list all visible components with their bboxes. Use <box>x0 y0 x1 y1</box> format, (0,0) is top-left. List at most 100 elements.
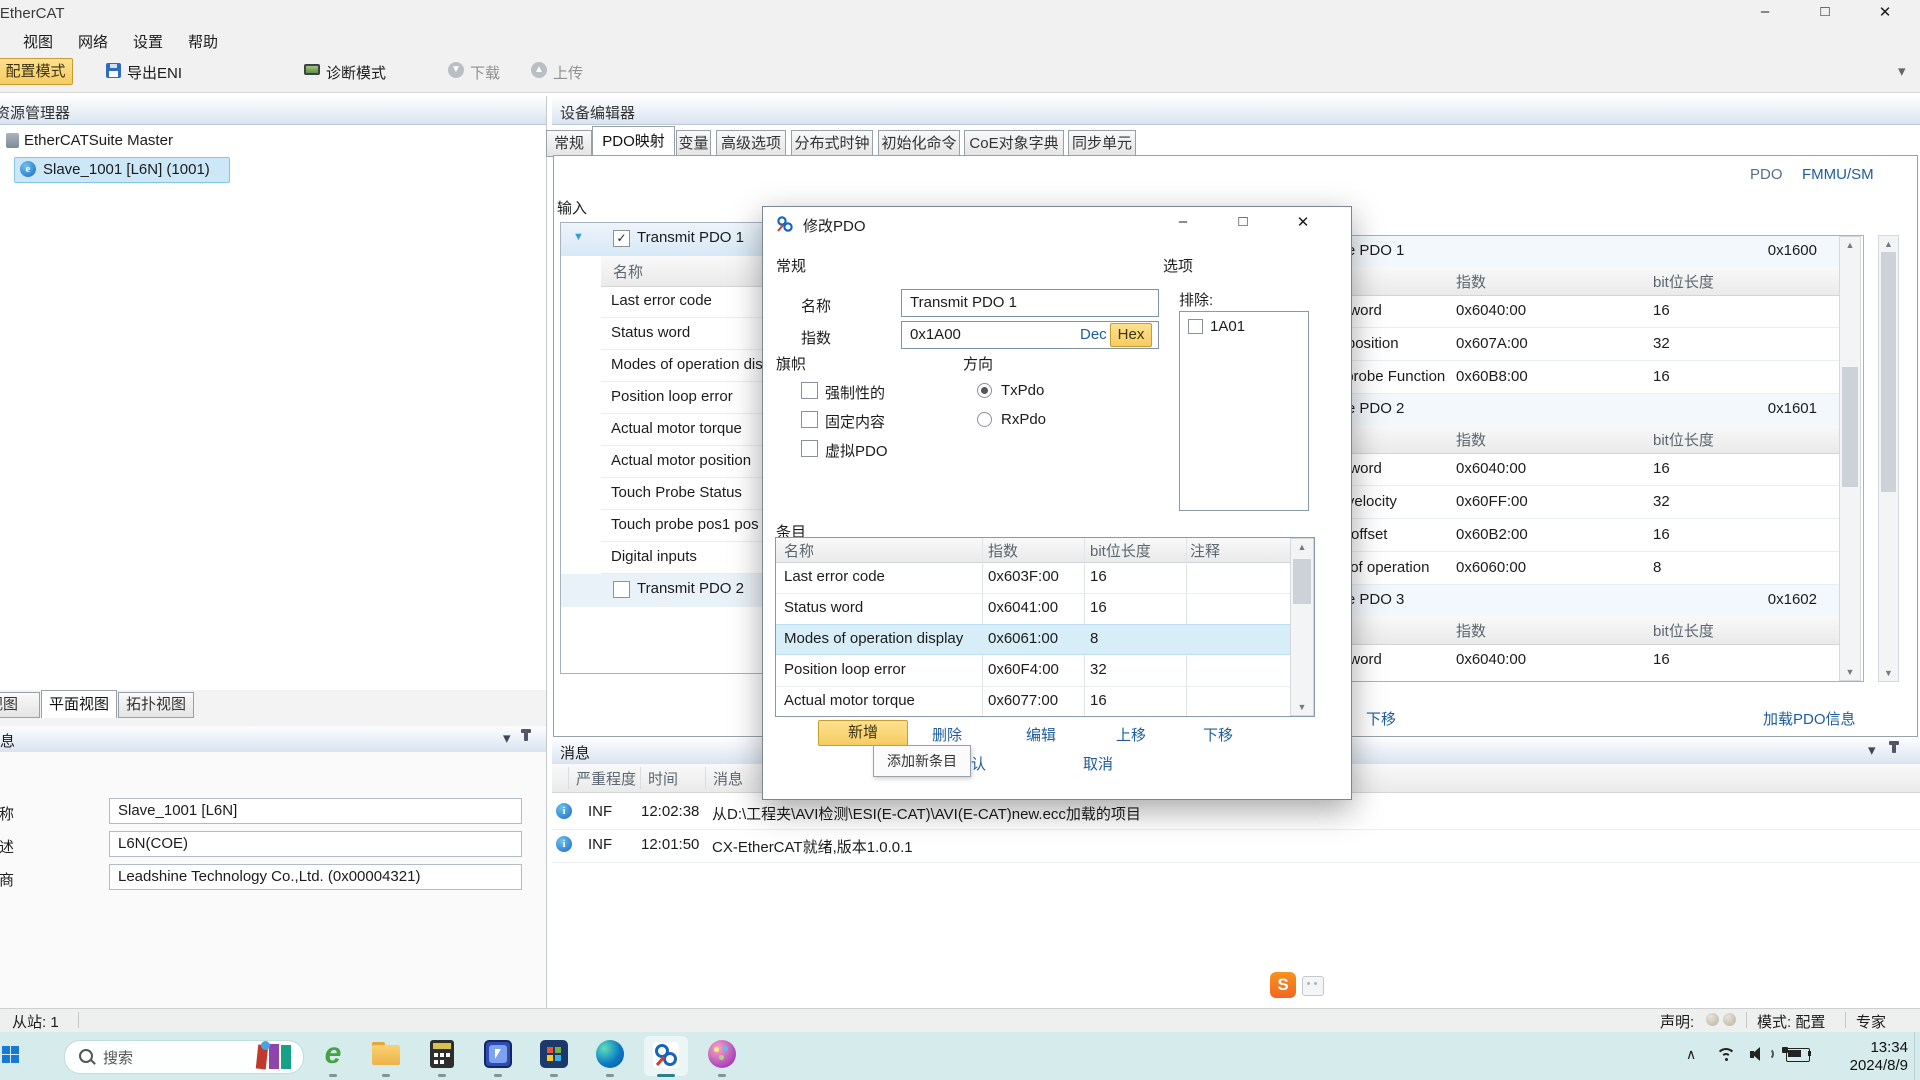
taskbar-icon-edge[interactable] <box>596 1040 624 1068</box>
ime-icon[interactable]: S <box>1270 972 1296 998</box>
add-entry-button[interactable]: 新增 <box>818 720 908 746</box>
move-up-button[interactable]: 上移 <box>1116 724 1146 745</box>
delete-entry-button[interactable]: 删除 <box>932 724 962 745</box>
tab-general[interactable]: 常规 <box>546 130 592 157</box>
panel-dropdown-icon[interactable]: ▾ <box>1868 741 1876 759</box>
table-row[interactable]: Torque offset 0x60B2:00 16 <box>1291 519 1839 552</box>
cancel-button[interactable]: 取消 <box>1083 753 1113 774</box>
entry-row-selected[interactable]: Modes of operation display 0x6061:00 8 <box>776 624 1290 655</box>
diagnostic-mode-button[interactable]: 诊断模式 <box>304 60 414 84</box>
tab-init-commands[interactable]: 初始化命令 <box>878 130 960 157</box>
table-row[interactable]: Touch probe Function 0x60B8:00 16 <box>1291 361 1839 394</box>
tray-chevron-up-icon[interactable]: ∧ <box>1686 1046 1696 1063</box>
taskbar-icon-calculator[interactable] <box>430 1040 454 1068</box>
taskbar-clock[interactable]: 13:34 2024/8/9 <box>1812 1038 1908 1076</box>
wifi-icon[interactable] <box>1716 1048 1736 1062</box>
table-row[interactable]: Modes of operation 0x6060:00 8 <box>1291 552 1839 585</box>
pdo-checkbox[interactable]: ✓ <box>613 230 630 247</box>
table-row[interactable]: Controlword 0x6040:00 16 <box>1291 453 1839 486</box>
pdo-group-row[interactable]: Receive PDO 2 0x1601 <box>1291 394 1861 426</box>
taskbar-icon-remote[interactable] <box>484 1040 512 1068</box>
expander-down-icon[interactable]: ▼ <box>573 231 584 243</box>
move-down-button[interactable]: 下移 <box>1203 724 1233 745</box>
exclude-listbox[interactable]: 1A01 <box>1179 311 1309 511</box>
taskbar-icon-explorer[interactable] <box>372 1042 400 1066</box>
pin-icon[interactable] <box>1892 744 1896 753</box>
tab-plane-view[interactable]: 平面视图 <box>41 690 117 718</box>
pdo-group-row[interactable]: Receive PDO 1 0x1600 <box>1291 236 1861 268</box>
description-field[interactable]: L6N(COE) <box>109 831 522 857</box>
scroll-up-icon[interactable]: ▲ <box>1840 240 1860 250</box>
name-field[interactable]: Slave_1001 [L6N] <box>109 798 522 824</box>
upload-button[interactable]: ▲ 上传 <box>531 60 591 84</box>
start-button[interactable] <box>2 1046 19 1063</box>
taskbar-icon-paint[interactable] <box>708 1040 736 1068</box>
tab-distributed-clock[interactable]: 分布式时钟 <box>791 130 873 157</box>
entry-row[interactable]: Position loop error 0x60F4:00 32 <box>776 655 1290 687</box>
volume-icon[interactable] <box>1750 1046 1770 1062</box>
editor-scrollbar[interactable]: ▲ ▼ <box>1878 235 1899 682</box>
move-down-link[interactable]: 下移 <box>1366 708 1396 729</box>
table-row[interactable]: Controlword 0x6040:00 16 <box>1291 644 1839 679</box>
table-scrollbar[interactable]: ▲ ▼ <box>1839 236 1861 681</box>
tab-view[interactable]: 视图 <box>0 692 40 718</box>
scroll-down-icon[interactable]: ▼ <box>1291 702 1313 712</box>
flag-mandatory-checkbox[interactable] <box>801 382 818 399</box>
table-row[interactable]: Target velocity 0x60FF:00 32 <box>1291 486 1839 519</box>
table-row[interactable]: Target position 0x607A:00 32 <box>1291 328 1839 361</box>
tab-advanced[interactable]: 高级选项 <box>716 130 786 157</box>
tab-topology-view[interactable]: 拓扑视图 <box>118 692 194 718</box>
pdo-name-input[interactable]: Transmit PDO 1 <box>901 289 1159 317</box>
taskbar-icon-store[interactable] <box>540 1040 568 1068</box>
scroll-down-icon[interactable]: ▼ <box>1840 667 1860 677</box>
show-desktop-handle[interactable] <box>1914 1032 1920 1080</box>
tab-pdo-mapping[interactable]: PDO映射 <box>592 126 675 157</box>
pdo-view-link[interactable]: PDO <box>1750 166 1783 183</box>
txpdo-radio[interactable] <box>977 383 992 398</box>
edit-entry-button[interactable]: 编辑 <box>1026 724 1056 745</box>
tree-item-master[interactable]: EtherCATSuite Master <box>0 130 300 152</box>
tab-variables[interactable]: 变量 <box>676 130 711 157</box>
dialog-titlebar[interactable]: 修改PDO – □ ✕ <box>763 207 1351 243</box>
tab-coe-dictionary[interactable]: CoE对象字典 <box>964 130 1064 157</box>
download-button[interactable]: ▼ 下载 <box>448 60 508 84</box>
fmmu-sm-view-link[interactable]: FMMU/SM <box>1802 166 1874 183</box>
message-row[interactable]: i INF 12:02:38 从D:\工程夹\AVI检测\ESI(E-CAT)\… <box>552 796 1920 830</box>
flag-virtual-checkbox[interactable] <box>801 440 818 457</box>
taskbar-icon-ie[interactable]: e <box>318 1038 348 1070</box>
pdo-group-row[interactable]: Receive PDO 3 0x1602 <box>1291 585 1861 617</box>
export-eni-button[interactable]: 导出ENI <box>106 60 196 84</box>
config-mode-button[interactable]: 配置模式 <box>0 58 73 85</box>
dialog-minimize-button[interactable]: – <box>1163 213 1203 230</box>
taskbar-icon-ethercat-active[interactable] <box>644 1036 688 1076</box>
load-pdo-info-link[interactable]: 加载PDO信息 <box>1763 708 1856 729</box>
toolbar-overflow-icon[interactable]: ▾ <box>1898 62 1906 80</box>
dialog-close-button[interactable]: ✕ <box>1283 213 1323 231</box>
menu-item-help[interactable]: 帮助 <box>188 31 218 52</box>
entry-row[interactable]: Last error code 0x603F:00 16 <box>776 562 1290 594</box>
pin-icon[interactable] <box>524 732 528 741</box>
tab-sync-units[interactable]: 同步单元 <box>1068 130 1136 157</box>
rxpdo-radio[interactable] <box>977 412 992 427</box>
search-input[interactable]: 搜索 <box>64 1040 304 1074</box>
window-close-button[interactable]: ✕ <box>1865 3 1905 21</box>
menu-item-settings[interactable]: 设置 <box>133 31 163 52</box>
ime-toolbar-icon[interactable] <box>1302 976 1324 996</box>
entry-row[interactable]: Actual motor torque 0x6077:00 16 <box>776 686 1290 717</box>
scroll-up-icon[interactable]: ▲ <box>1291 542 1313 552</box>
entry-row[interactable]: Status word 0x6041:00 16 <box>776 593 1290 625</box>
menu-item-view[interactable]: 视图 <box>23 31 53 52</box>
message-row[interactable]: i INF 12:01:50 CX-EtherCAT就绪,版本1.0.0.1 <box>552 829 1920 863</box>
exclude-item-checkbox[interactable] <box>1188 319 1203 334</box>
pdo-index-input[interactable]: 0x1A00 Dec Hex <box>901 321 1159 349</box>
battery-icon[interactable] <box>1786 1048 1810 1062</box>
hex-toggle[interactable]: Hex <box>1110 323 1152 347</box>
scroll-down-icon[interactable]: ▼ <box>1879 668 1898 678</box>
entries-scrollbar[interactable]: ▲ ▼ <box>1290 538 1314 716</box>
window-maximize-button[interactable]: □ <box>1805 3 1845 20</box>
menu-item-network[interactable]: 网络 <box>78 31 108 52</box>
tree-item-slave[interactable]: e Slave_1001 [L6N] (1001) <box>14 157 230 183</box>
panel-dropdown-icon[interactable]: ▾ <box>503 729 511 747</box>
scroll-up-icon[interactable]: ▲ <box>1879 239 1898 249</box>
vendor-field[interactable]: Leadshine Technology Co.,Ltd. (0x0000432… <box>109 864 522 890</box>
